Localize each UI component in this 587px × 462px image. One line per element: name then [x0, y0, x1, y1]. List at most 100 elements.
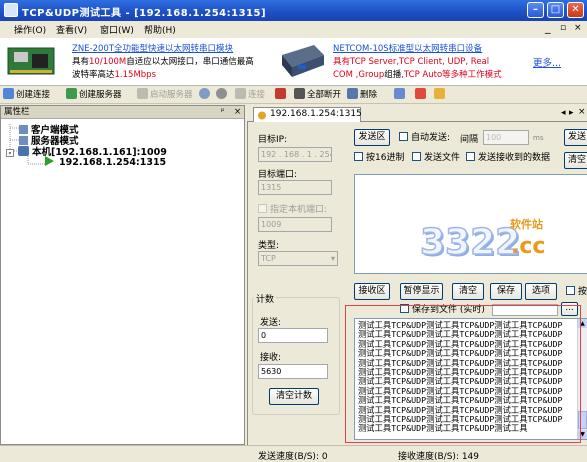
send-clear-button[interactable]: 清空	[564, 152, 587, 169]
module-board-image	[7, 47, 55, 75]
create-server-icon	[66, 88, 77, 99]
create-server-button[interactable]: 创建服务器	[66, 88, 122, 103]
ad1-line2: 具有10/100M自适应以太网接口，串口通信最高	[72, 57, 254, 67]
send-file-box	[412, 152, 421, 161]
ad1-line3: 波特率高达1.15Mbps	[72, 70, 156, 80]
exit-icon[interactable]	[434, 88, 447, 103]
pause-display-button[interactable]: 暂停显示	[400, 283, 443, 300]
recv-hex-checkbox[interactable]: 按16进制	[566, 286, 587, 298]
highlight-box	[345, 305, 581, 443]
target-port-field[interactable]: 1315	[258, 180, 332, 195]
save-button[interactable]: 保存	[490, 283, 522, 300]
tree-item-session[interactable]: 192.168.1.254:1315	[45, 156, 166, 168]
send-count-label: 发送:	[260, 318, 282, 328]
disconnect-all-button[interactable]: 全部断开	[294, 88, 341, 103]
counter-title: 计数	[254, 292, 277, 305]
property-panel: 属性栏 ᵖ × 客户端模式 服务器模式 - 本机[192.168.1.161]:1…	[0, 105, 245, 445]
menu-help[interactable]: 帮助(H)	[144, 23, 176, 36]
delete-button[interactable]: 删除	[347, 88, 377, 103]
menu-bar: 操作(O) 查看(V) 窗口(W) 帮助(H) _ ▫ ×	[0, 21, 587, 38]
ad-banner: ZNE-200T全功能型快速以太网转串口模块 具有10/100M自适应以太网接口…	[0, 38, 587, 86]
settings-icon[interactable]	[394, 88, 407, 103]
send-button[interactable]: 发送	[564, 129, 587, 146]
bind-local-port-box	[258, 204, 267, 213]
create-connection-button[interactable]: 创建连接	[3, 88, 50, 103]
delete-icon	[347, 88, 358, 99]
ad2-title[interactable]: NETCOM-10S标准型以太网转串口设备	[333, 42, 482, 54]
stop-icon[interactable]	[199, 88, 212, 103]
watermark-dot-cc: .cc	[511, 234, 546, 259]
disconnect-all-icon	[294, 88, 305, 99]
tab-close-icon[interactable]: ×	[578, 107, 586, 117]
interval-unit: ms	[533, 134, 544, 142]
type-label: 类型:	[258, 241, 280, 251]
send-received-checkbox[interactable]: 发送接收到的数据	[466, 152, 550, 164]
info-icon[interactable]	[415, 88, 428, 103]
recv-hex-box	[566, 286, 575, 295]
hex-box	[354, 152, 363, 161]
connect-icon	[235, 88, 246, 99]
session-arrow-icon	[45, 156, 54, 166]
interval-label: 间隔	[460, 135, 479, 145]
tab-scroll-right-icon[interactable]: ▸	[569, 108, 574, 118]
send-file-checkbox[interactable]: 发送文件	[412, 152, 460, 164]
app-icon	[4, 3, 18, 17]
toolbar: 创建连接 创建服务器 启动服务器 连接 全部断开 删除	[0, 87, 587, 104]
watermark-site: 软件站	[510, 218, 543, 231]
ad2-line2: 具有TCP Server,TCP Client, UDP, Real	[333, 57, 490, 67]
recv-area-button[interactable]: 接收区	[354, 283, 390, 300]
recv-count-field[interactable]: 5630	[258, 364, 328, 379]
connect-button[interactable]: 连接	[235, 88, 265, 103]
tab-strip: 192.168.1.254:1315 ◂ ▸ ×	[247, 105, 587, 122]
tab-session-icon	[258, 111, 266, 120]
mdi-minimize-icon[interactable]: _	[545, 21, 551, 34]
type-dropdown-icon: ▾	[330, 254, 335, 263]
refresh-icon[interactable]	[216, 88, 229, 103]
auto-send-box	[399, 132, 408, 141]
title-bar[interactable]: TCP&UDP测试工具 - [192.168.1.254:1315] – □ ✕	[0, 0, 587, 21]
window-title: TCP&UDP测试工具 - [192.168.1.254:1315]	[22, 8, 267, 19]
send-received-box	[466, 152, 475, 161]
clear-count-button[interactable]: 清空计数	[269, 388, 319, 405]
interval-field[interactable]: 100	[483, 130, 529, 145]
create-connection-icon	[3, 88, 14, 99]
menu-window[interactable]: 窗口(W)	[100, 23, 134, 36]
options-button[interactable]: 选项	[525, 283, 557, 300]
target-ip-label: 目标IP:	[258, 135, 288, 145]
send-area-button[interactable]: 发送区	[354, 129, 390, 146]
local-host-icon	[18, 146, 29, 156]
type-select[interactable]: TCP ▾	[258, 251, 338, 266]
minimize-button[interactable]: –	[527, 2, 544, 18]
local-port-field[interactable]: 1009	[258, 217, 332, 232]
send-count-field[interactable]: 0	[258, 328, 328, 343]
recv-clear-button[interactable]: 清空	[452, 283, 484, 300]
auto-send-checkbox[interactable]: 自动发送:	[399, 132, 450, 144]
maximize-button[interactable]: □	[547, 2, 564, 18]
menu-view[interactable]: 查看(V)	[56, 23, 87, 36]
target-port-label: 目标端口:	[258, 170, 298, 180]
disconnect-icon[interactable]	[275, 88, 288, 103]
property-panel-header: 属性栏 ᵖ ×	[1, 106, 244, 119]
tab-scroll-left-icon[interactable]: ◂	[561, 108, 566, 118]
tab-session[interactable]: 192.168.1.254:1315	[253, 107, 362, 122]
mdi-close-icon[interactable]: ×	[574, 23, 582, 33]
pin-icon[interactable]: ᵖ	[221, 106, 225, 119]
panel-close-icon[interactable]: ×	[234, 106, 241, 119]
close-button[interactable]: ✕	[567, 2, 584, 18]
collapse-icon[interactable]: -	[6, 149, 14, 157]
hex-checkbox[interactable]: 按16进制	[354, 152, 404, 164]
bind-local-port-checkbox[interactable]: 指定本机端口:	[258, 204, 327, 216]
start-server-button[interactable]: 启动服务器	[137, 88, 193, 103]
recv-count-label: 接收:	[260, 353, 282, 363]
session-panel: 目标IP: 192 . 168 . 1 . 254 目标端口: 1315 指定本…	[247, 122, 587, 445]
recv-speed: 接收速度(B/S): 149	[398, 452, 480, 462]
more-link[interactable]: 更多...	[533, 55, 561, 69]
menu-operation[interactable]: 操作(O)	[14, 23, 46, 36]
target-ip-field[interactable]: 192 . 168 . 1 . 254	[258, 147, 332, 162]
mdi-restore-icon[interactable]: ▫	[560, 23, 566, 33]
ad1-title[interactable]: ZNE-200T全功能型快速以太网转串口模块	[72, 42, 233, 54]
status-bar: 发送速度(B/S): 0 接收速度(B/S): 149	[0, 445, 587, 462]
watermark-number: 3322	[419, 221, 521, 264]
device-image	[282, 45, 324, 77]
ad2-line3: COM ,Group组播,TCP Auto等多种工作模式	[333, 70, 502, 80]
